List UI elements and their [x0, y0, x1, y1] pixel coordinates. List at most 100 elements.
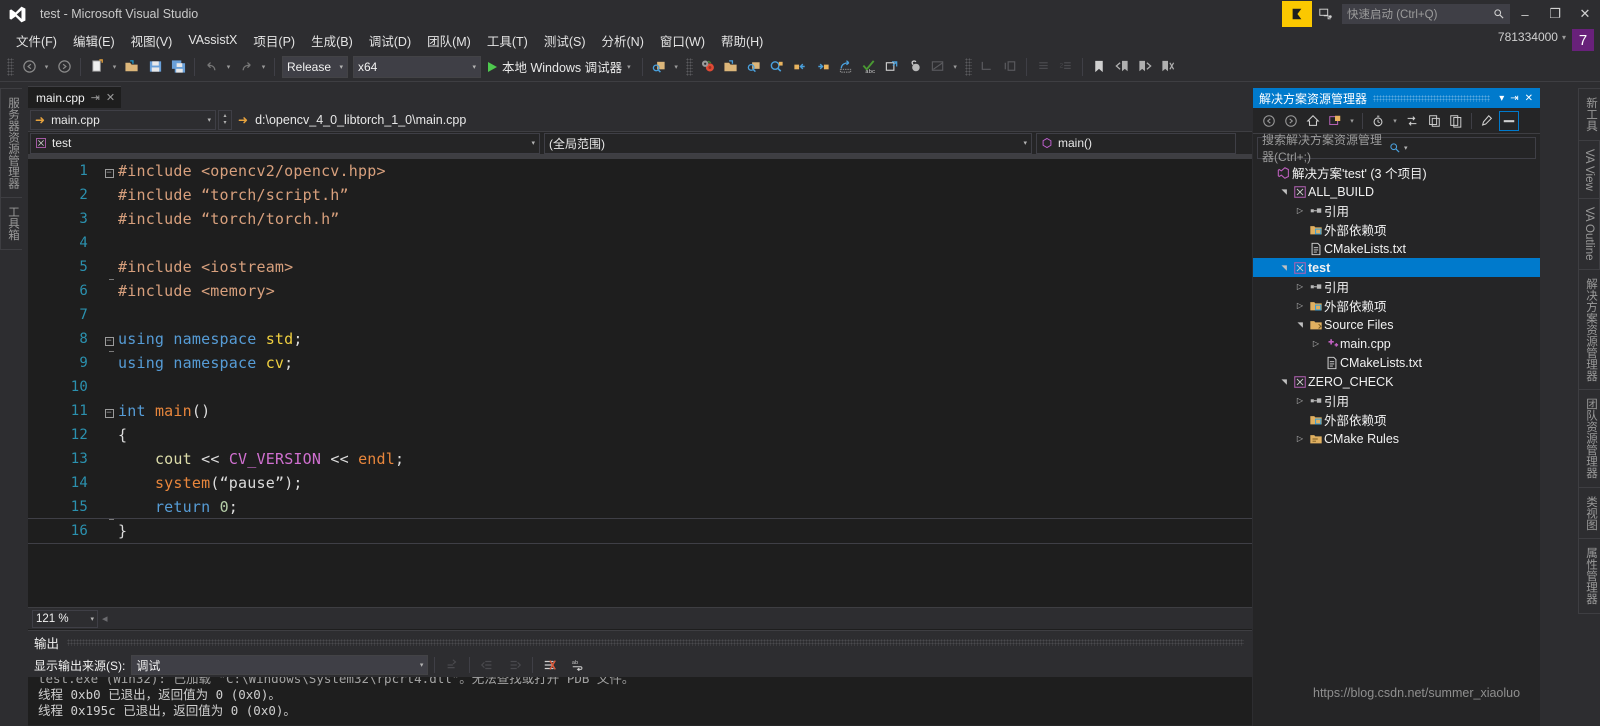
menu-item-team[interactable]: 团队(M): [419, 28, 479, 53]
platform-dropdown[interactable]: x64 ▾: [353, 55, 481, 78]
menu-item-window[interactable]: 窗口(W): [652, 28, 713, 53]
menu-item-project[interactable]: 项目(P): [245, 28, 303, 53]
chevron-right-icon[interactable]: ▷: [1293, 206, 1307, 215]
undo-icon[interactable]: [200, 56, 222, 78]
project-dropdown[interactable]: ➜ main.cpp ▾: [30, 109, 216, 130]
toolbar-grip[interactable]: [685, 57, 693, 76]
code-line[interactable]: 4: [28, 231, 1252, 255]
toggle-word-wrap-icon[interactable]: ab: [567, 655, 589, 675]
navigation-stepper[interactable]: ▴ ▾: [218, 109, 232, 130]
pin-icon[interactable]: ⇥: [1507, 93, 1521, 104]
menu-item-file[interactable]: 文件(F): [8, 28, 65, 53]
find-in-files-icon[interactable]: [648, 56, 670, 78]
tree-item[interactable]: ▷ CMake Rules: [1253, 429, 1540, 448]
fold-marker[interactable]: −: [100, 404, 118, 418]
preview-selected-items-icon[interactable]: [1499, 110, 1519, 131]
tree-item[interactable]: ▷ 外部依赖项: [1253, 296, 1540, 315]
code-line[interactable]: 13 cout << CV_VERSION << endl;: [28, 447, 1252, 471]
pin-icon[interactable]: ⇥: [91, 91, 100, 104]
tree-item[interactable]: 外部依赖项: [1253, 220, 1540, 239]
refactor-icon[interactable]: [927, 56, 949, 78]
navigate-back-icon[interactable]: [18, 56, 40, 78]
close-icon[interactable]: ✕: [1522, 93, 1536, 104]
code-line[interactable]: 12 {: [28, 423, 1252, 447]
find-symbol-icon[interactable]: [743, 56, 765, 78]
close-button[interactable]: ✕: [1570, 0, 1600, 28]
properties-icon[interactable]: [1477, 111, 1497, 131]
zoom-dropdown[interactable]: 121 % ▾: [32, 609, 98, 628]
dropdown-caret-icon[interactable]: ▾: [1347, 111, 1357, 131]
panel-grip[interactable]: [67, 638, 1244, 646]
clear-all-icon[interactable]: [539, 655, 561, 675]
forward-icon[interactable]: [1281, 111, 1301, 131]
uncomment-icon[interactable]: 2: [1055, 56, 1077, 78]
encapsulate-field-icon[interactable]: [904, 56, 926, 78]
tree-item[interactable]: ▷ main.cpp: [1253, 334, 1540, 353]
panel-grip[interactable]: [1373, 94, 1491, 102]
tree-item[interactable]: ▷ 引用: [1253, 391, 1540, 410]
sidebar-tab-team-explorer[interactable]: 团队资源管理器: [1578, 390, 1600, 488]
document-tab-main-cpp[interactable]: main.cpp ⇥ ✕: [28, 86, 122, 108]
menu-item-vassistx[interactable]: VAssistX: [180, 30, 245, 50]
chevron-down-icon[interactable]: ◢: [1280, 375, 1288, 389]
type-dropdown[interactable]: test ▾: [30, 132, 540, 154]
start-debugging-button[interactable]: 本地 Windows 调试器 ▾: [482, 56, 637, 78]
fold-marker[interactable]: −: [100, 164, 118, 178]
menu-item-debug[interactable]: 调试(D): [361, 28, 419, 53]
chevron-down-icon[interactable]: ▾: [950, 56, 961, 78]
sidebar-tab-class-view[interactable]: 类视图: [1578, 487, 1600, 540]
file-path-display[interactable]: ➜ d:\opencv_4_0_libtorch_1_0\main.cpp: [238, 113, 466, 127]
configuration-dropdown[interactable]: Release ▾: [282, 55, 348, 78]
quick-launch-input[interactable]: 快速启动 (Ctrl+Q): [1342, 4, 1510, 24]
outdent-icon[interactable]: [999, 56, 1021, 78]
chevron-down-icon[interactable]: ▾: [1404, 144, 1531, 152]
bookmark-icon[interactable]: [1088, 56, 1110, 78]
next-bookmark-icon[interactable]: [1134, 56, 1156, 78]
rename-icon[interactable]: [835, 56, 857, 78]
member-dropdown[interactable]: main(): [1036, 132, 1236, 154]
code-line[interactable]: 7: [28, 303, 1252, 327]
code-line[interactable]: 15 return 0;: [28, 495, 1252, 519]
navigate-forward-icon[interactable]: [53, 56, 75, 78]
pending-changes-icon[interactable]: [1325, 111, 1345, 131]
indent-icon[interactable]: [976, 56, 998, 78]
home-icon[interactable]: [1303, 111, 1323, 131]
refresh-icon[interactable]: [1402, 111, 1422, 131]
save-icon[interactable]: [144, 56, 166, 78]
chevron-right-icon[interactable]: ▷: [1293, 396, 1307, 405]
code-line[interactable]: 14 system(“pause”);: [28, 471, 1252, 495]
tree-item[interactable]: ◢ ZERO_CHECK: [1253, 372, 1540, 391]
menu-item-help[interactable]: 帮助(H): [713, 28, 771, 53]
sidebar-tab-solution-explorer[interactable]: 解决方案资源管理器: [1578, 269, 1600, 391]
code-line[interactable]: 9 using namespace cv;: [28, 351, 1252, 375]
menu-item-tools[interactable]: 工具(T): [479, 28, 536, 53]
clear-bookmark-icon[interactable]: [1157, 56, 1179, 78]
tree-item-selected[interactable]: ◢ test: [1253, 258, 1540, 277]
code-line[interactable]: 8− using namespace std;: [28, 327, 1252, 351]
toolbar-grip[interactable]: [964, 57, 972, 76]
fold-marker[interactable]: −: [100, 332, 118, 346]
code-line[interactable]: 16}: [28, 518, 1252, 544]
save-all-icon[interactable]: [167, 56, 189, 78]
feedback-flag-icon[interactable]: [1282, 1, 1312, 27]
menu-item-build[interactable]: 生成(B): [303, 28, 361, 53]
tree-item[interactable]: CMakeLists.txt: [1253, 239, 1540, 258]
code-line[interactable]: 10: [28, 375, 1252, 399]
code-line[interactable]: 1− #include <opencv2/opencv.hpp>: [28, 159, 1252, 183]
code-editor[interactable]: 1− #include <opencv2/opencv.hpp> 2 #include…: [28, 155, 1252, 607]
go-to-previous-message-icon[interactable]: [476, 655, 498, 675]
chevron-down-icon[interactable]: ▾: [223, 56, 234, 78]
tree-item[interactable]: ◢ ALL_BUILD: [1253, 182, 1540, 201]
back-icon[interactable]: [1259, 111, 1279, 131]
maximize-button[interactable]: ❐: [1540, 0, 1570, 28]
notification-icon[interactable]: [1312, 1, 1338, 27]
minimize-button[interactable]: –: [1510, 0, 1540, 28]
tree-item[interactable]: ◢ Source Files: [1253, 315, 1540, 334]
code-line[interactable]: 6 #include <memory>: [28, 279, 1252, 303]
horizontal-scroll-left-icon[interactable]: ◂: [102, 612, 108, 625]
status-badge[interactable]: 7: [1572, 29, 1594, 51]
bug-settings-icon[interactable]: [697, 56, 719, 78]
menu-item-edit[interactable]: 编辑(E): [65, 28, 123, 53]
account-info[interactable]: 781334000 ▾: [1498, 30, 1566, 44]
step-into-file-icon[interactable]: [720, 56, 742, 78]
